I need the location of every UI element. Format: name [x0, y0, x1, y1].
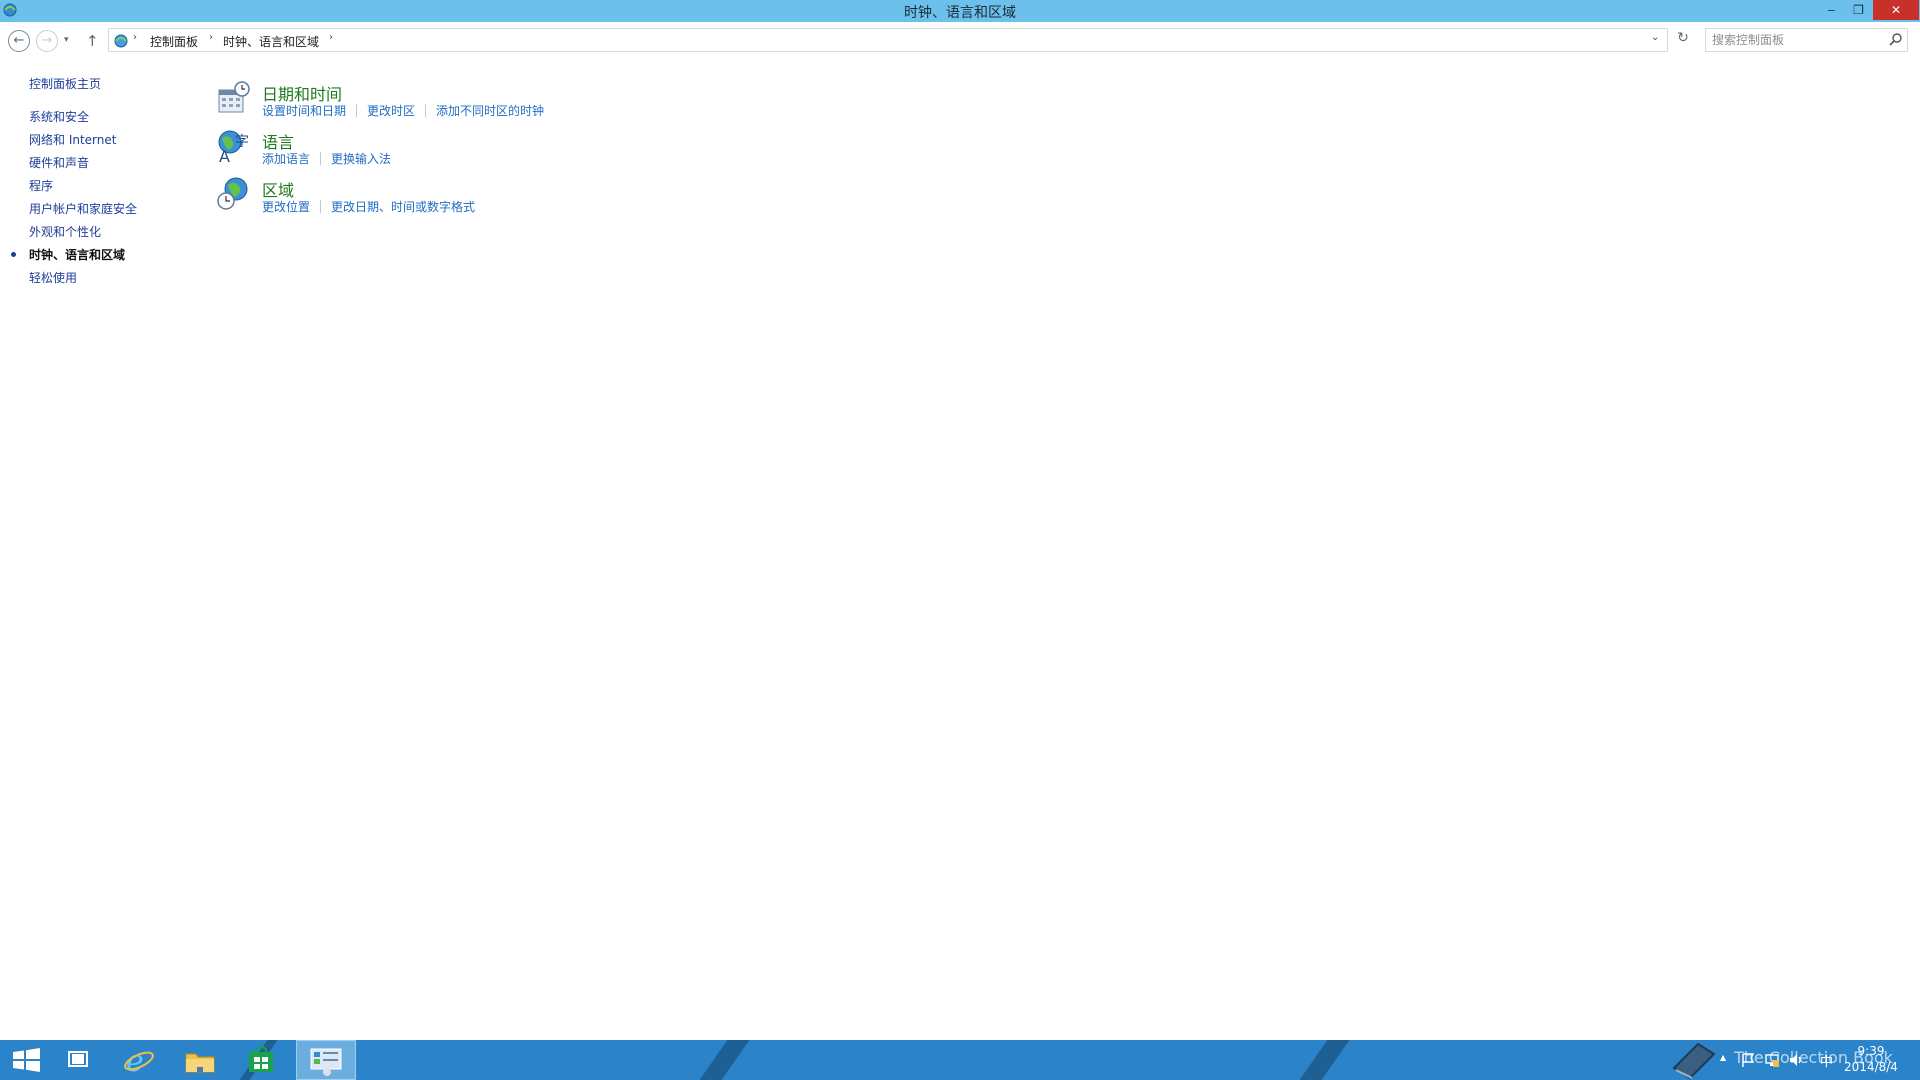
category-links: 更改位置 更改日期、时间或数字格式 [262, 198, 475, 215]
breadcrumb-control-panel[interactable]: 控制面板 [150, 33, 198, 50]
address-bar[interactable]: › 控制面板 › 时钟、语言和区域 › ⌄ [108, 28, 1668, 52]
breadcrumb-separator[interactable]: › [209, 32, 213, 43]
internet-explorer-icon: e [124, 1044, 154, 1079]
link-divider [320, 152, 322, 165]
taskbar: e The Collection Book ▲ 中 9:39 2014/8/4 [0, 1040, 1920, 1080]
region-globe-clock-icon[interactable] [216, 176, 252, 212]
window-title: 时钟、语言和区域 [904, 5, 1016, 21]
wallpaper-stripe [685, 1040, 757, 1080]
nav-network-internet[interactable]: 网络和 Internet [29, 131, 116, 148]
language-globe-icon[interactable]: 字 A [216, 128, 252, 164]
category-region: 区域 更改位置 更改日期、时间或数字格式 [216, 176, 816, 220]
breadcrumb-clock-language-region[interactable]: 时钟、语言和区域 [223, 33, 319, 50]
link-set-time-date[interactable]: 设置时间和日期 [262, 104, 346, 118]
nav-ease-of-access[interactable]: 轻松使用 [29, 269, 77, 286]
up-button[interactable]: ↑ [86, 32, 99, 50]
book-watermark-icon [1672, 1042, 1716, 1080]
clock-date: 2014/8/4 [1844, 1060, 1898, 1074]
nav-programs[interactable]: 程序 [29, 177, 53, 194]
clock-time: 9:39 [1857, 1044, 1885, 1058]
link-divider [320, 200, 322, 213]
nav-appearance[interactable]: 外观和个性化 [29, 223, 101, 240]
title-bar: 时钟、语言和区域 ‒ ❐ ✕ [0, 0, 1920, 22]
minimize-button[interactable]: ‒ [1818, 0, 1845, 20]
link-change-location[interactable]: 更改位置 [262, 200, 310, 214]
store-button[interactable] [232, 1040, 292, 1080]
breadcrumb-separator[interactable]: › [133, 32, 137, 43]
control-panel-icon [310, 1048, 342, 1076]
nav-hardware-sound[interactable]: 硬件和声音 [29, 154, 89, 171]
forward-button[interactable]: → [36, 30, 58, 52]
link-add-clocks[interactable]: 添加不同时区的时钟 [436, 104, 544, 118]
category-language: 字 A 语言 添加语言 更换输入法 [216, 128, 816, 172]
navigation-bar: ← → ▾ ↑ › 控制面板 › 时钟、语言和区域 › ⌄ ↻ [0, 22, 1920, 60]
clock[interactable]: 9:39 2014/8/4 [1828, 1043, 1914, 1075]
category-links: 添加语言 更换输入法 [262, 150, 391, 167]
link-change-formats[interactable]: 更改日期、时间或数字格式 [331, 200, 475, 214]
restore-button[interactable]: ❐ [1845, 0, 1872, 20]
action-center-flag-icon[interactable] [1740, 1052, 1756, 1068]
control-panel-icon [114, 34, 128, 48]
link-divider [356, 104, 358, 117]
task-view-button[interactable] [50, 1040, 110, 1080]
category-links: 设置时间和日期 更改时区 添加不同时区的时钟 [262, 102, 544, 119]
task-view-icon [68, 1051, 88, 1067]
network-icon[interactable] [1764, 1052, 1780, 1068]
link-add-language[interactable]: 添加语言 [262, 152, 310, 166]
search-box[interactable] [1705, 28, 1908, 52]
internet-explorer-button[interactable]: e [110, 1040, 170, 1080]
address-dropdown-icon[interactable]: ⌄ [1651, 32, 1659, 43]
nav-clock-language-region: 时钟、语言和区域 [29, 248, 126, 262]
file-explorer-icon [185, 1053, 215, 1073]
current-item-bullet [11, 252, 16, 257]
link-change-time-zone[interactable]: 更改时区 [367, 104, 415, 118]
nav-user-accounts[interactable]: 用户帐户和家庭安全 [29, 200, 137, 217]
recent-locations-dropdown[interactable]: ▾ [64, 35, 69, 45]
link-change-input-method[interactable]: 更换输入法 [331, 152, 391, 166]
svg-text:字: 字 [235, 134, 249, 150]
show-hidden-icons-button[interactable]: ▲ [1720, 1053, 1726, 1080]
category-date-time: 日期和时间 设置时间和日期 更改时区 添加不同时区的时钟 [216, 80, 816, 124]
back-button[interactable]: ← [8, 30, 30, 52]
breadcrumb-separator[interactable]: › [329, 32, 333, 43]
file-explorer-button[interactable] [170, 1040, 230, 1080]
calendar-clock-icon[interactable] [216, 80, 252, 116]
control-panel-taskbar-button[interactable] [296, 1040, 356, 1080]
search-input[interactable] [1712, 31, 1882, 49]
link-divider [425, 104, 427, 117]
search-icon[interactable] [1888, 32, 1904, 48]
wallpaper-stripe [1285, 1040, 1357, 1080]
close-button[interactable]: ✕ [1873, 0, 1919, 20]
store-icon [249, 1046, 273, 1072]
nav-control-panel-home[interactable]: 控制面板主页 [29, 75, 101, 92]
volume-icon[interactable] [1788, 1052, 1804, 1068]
nav-system-security[interactable]: 系统和安全 [29, 108, 89, 125]
refresh-button[interactable]: ↻ [1672, 30, 1694, 52]
svg-text:A: A [219, 147, 230, 164]
